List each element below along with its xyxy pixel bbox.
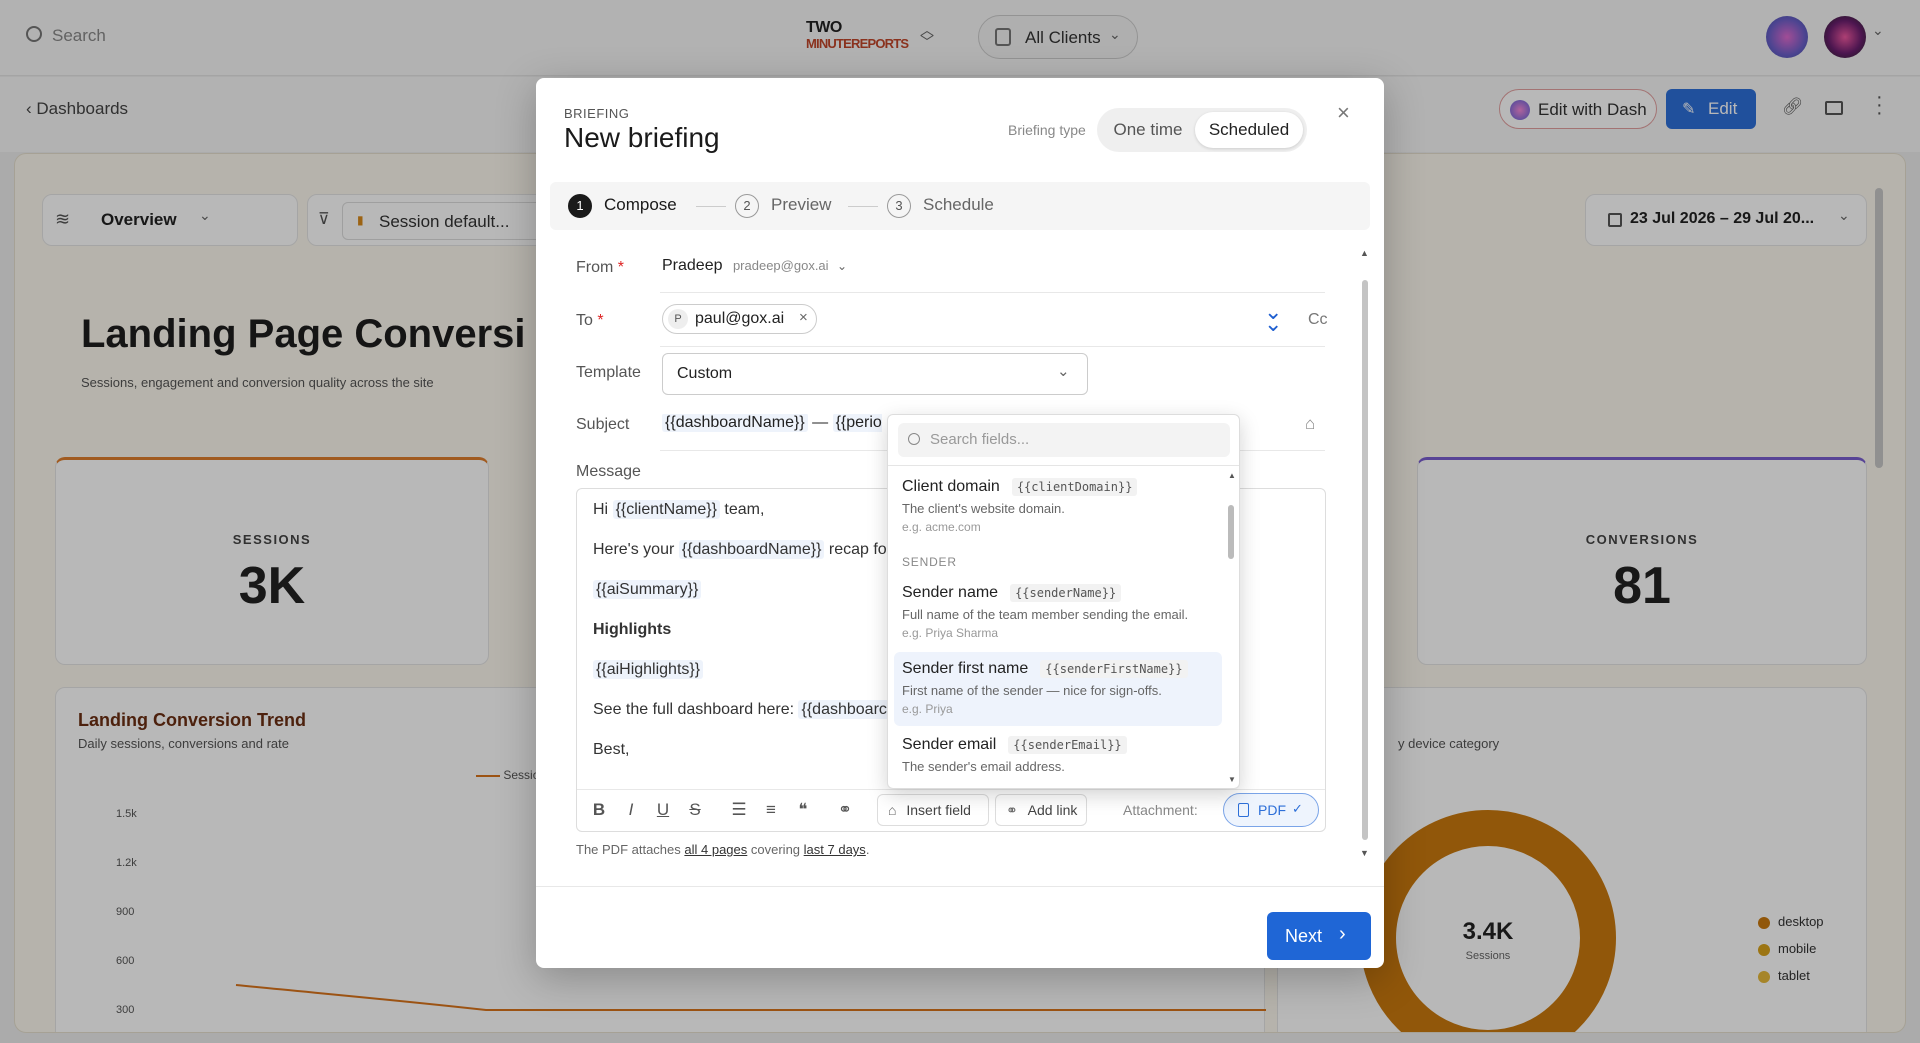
step-compose[interactable]: Compose — [604, 195, 677, 215]
step-connector — [848, 206, 878, 207]
step-number[interactable]: 1 — [568, 194, 592, 218]
bullet-list-icon[interactable]: ☰ — [729, 800, 749, 820]
tag-icon: ⌂ — [888, 802, 897, 818]
message-token: {{clientName}} — [612, 500, 720, 519]
step-number[interactable]: 2 — [735, 194, 759, 218]
briefing-type-label: Briefing type — [1008, 122, 1086, 138]
modal-title: New briefing — [564, 122, 720, 153]
one-time-option[interactable]: One time — [1103, 112, 1193, 148]
cc-toggle[interactable]: Cc — [1308, 311, 1328, 329]
field-option-sender-email[interactable]: Sender email {{senderEmail}} The sender's… — [894, 728, 1222, 788]
divider — [660, 346, 1325, 347]
pdf-attachment-toggle[interactable]: PDF ✓ — [1223, 793, 1319, 827]
strikethrough-icon[interactable]: S — [685, 800, 705, 820]
step-connector — [696, 206, 726, 207]
message-line: Here's your {{dashboardName}} recap fo — [593, 540, 887, 559]
check-icon: ✓ — [1292, 801, 1303, 816]
field-search-input[interactable]: Search fields... — [898, 423, 1230, 457]
message-line: Best, — [593, 741, 630, 758]
chip-avatar: P — [668, 309, 688, 329]
add-link-button[interactable]: ⚭ Add link — [995, 794, 1087, 826]
remove-recipient-icon[interactable]: × — [799, 309, 808, 326]
file-icon — [1238, 803, 1249, 817]
template-select[interactable]: Custom ⌄ — [662, 353, 1088, 395]
divider — [660, 292, 1325, 293]
to-label: To * — [576, 312, 604, 329]
message-line: See the full dashboard here: {{dashboarc — [593, 700, 890, 719]
next-button[interactable]: Next › — [1267, 912, 1371, 960]
scroll-up-icon[interactable]: ▲ — [1360, 248, 1369, 258]
field-code: {{senderFirstName}} — [1040, 660, 1188, 678]
range-link[interactable]: last 7 days — [804, 842, 866, 857]
from-label: From * — [576, 259, 624, 276]
modal-scrollbar[interactable] — [1362, 280, 1368, 840]
message-line: {{aiHighlights}} — [593, 660, 704, 679]
chevron-down-icon: ⌄ — [837, 259, 848, 273]
subject-label: Subject — [576, 416, 630, 433]
modal-eyebrow: BRIEFING — [564, 106, 630, 121]
subject-token: {{dashboardName}} — [662, 414, 808, 432]
message-line: Highlights — [593, 621, 672, 638]
scheduled-option[interactable]: Scheduled — [1195, 112, 1303, 148]
quote-icon[interactable]: ❝ — [793, 800, 813, 820]
tag-icon[interactable]: ⌂ — [1305, 414, 1315, 434]
field-code: {{senderEmail}} — [1008, 736, 1127, 754]
section-header-sender: SENDER — [902, 555, 957, 569]
expand-recipients-icon[interactable]: ⌄ ⌄ — [1264, 301, 1282, 335]
field-option-sender-first-name[interactable]: Sender first name {{senderFirstName}} Fir… — [894, 652, 1222, 726]
message-token: {{dashboardName}} — [678, 540, 825, 559]
link-icon[interactable]: ⚭ — [835, 800, 855, 820]
message-token: {{aiHighlights}} — [593, 660, 704, 679]
chevron-down-icon: ⌄ — [1057, 363, 1070, 380]
subject-token: {{perioc — [832, 414, 882, 432]
editor-toolbar: B I U S ☰ ≡ ❝ ⚭ ⌂ Insert field ⚭ Add lin… — [577, 789, 1325, 831]
dropdown-scrollbar[interactable] — [1228, 505, 1234, 559]
chevron-right-icon: › — [1339, 923, 1346, 945]
step-preview[interactable]: Preview — [771, 195, 831, 215]
recipient-chip[interactable]: P paul@gox.ai × — [662, 304, 817, 334]
stepper: 1 Compose 2 Preview 3 Schedule — [550, 182, 1370, 230]
scroll-up-icon[interactable]: ▲ — [1228, 471, 1236, 480]
scroll-down-icon[interactable]: ▼ — [1360, 848, 1369, 858]
message-token: {{dashboarc — [798, 700, 890, 719]
briefing-type-toggle: One time Scheduled — [1097, 108, 1307, 152]
message-token: {{aiSummary}} — [593, 580, 702, 599]
field-option-sender-name[interactable]: Sender name {{senderName}} Full name of t… — [894, 576, 1222, 646]
link-icon: ⚭ — [1006, 802, 1018, 818]
bold-icon[interactable]: B — [589, 800, 609, 820]
field-code: {{clientDomain}} — [1011, 478, 1138, 496]
modal-scrollbar-track: ▲ ▼ — [1360, 248, 1370, 862]
underline-icon[interactable]: U — [653, 800, 673, 820]
modal-footer-divider — [536, 886, 1384, 887]
numbered-list-icon[interactable]: ≡ — [761, 800, 781, 820]
step-number[interactable]: 3 — [887, 194, 911, 218]
insert-field-button[interactable]: ⌂ Insert field — [877, 794, 989, 826]
attachment-label: Attachment: — [1123, 802, 1198, 818]
field-option-client-domain[interactable]: Client domain {{clientDomain}} The client… — [894, 470, 1222, 540]
subject-input[interactable]: {{dashboardName}} — {{perioc — [662, 414, 882, 432]
message-label: Message — [576, 463, 641, 480]
field-code: {{senderName}} — [1010, 584, 1122, 602]
template-label: Template — [576, 364, 641, 381]
scroll-down-icon[interactable]: ▼ — [1228, 775, 1236, 784]
pages-link[interactable]: all 4 pages — [684, 842, 747, 857]
search-icon — [908, 433, 920, 445]
message-line: Hi {{clientName}} team, — [593, 500, 765, 519]
step-schedule[interactable]: Schedule — [923, 195, 994, 215]
italic-icon[interactable]: I — [621, 800, 641, 820]
attachment-footnote: The PDF attaches all 4 pages covering la… — [576, 842, 870, 857]
message-line: {{aiSummary}} — [593, 580, 702, 599]
close-icon[interactable]: × — [1337, 100, 1350, 126]
dropdown-divider — [888, 465, 1239, 466]
insert-field-dropdown: Search fields... Client domain {{clientDo… — [887, 414, 1240, 789]
from-select[interactable]: Pradeep pradeep@gox.ai ⌄ — [662, 257, 847, 275]
